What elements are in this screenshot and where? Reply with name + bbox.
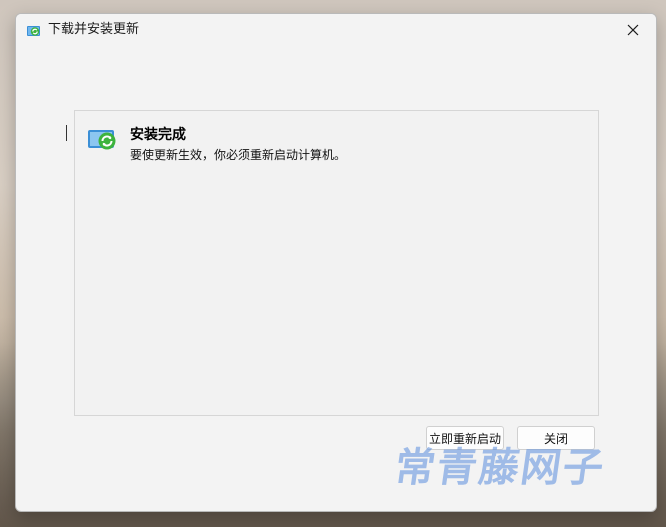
- windows-update-icon: [26, 23, 42, 37]
- watermark-text: 常青藤网子: [391, 445, 609, 491]
- update-complete-icon: [87, 128, 121, 152]
- status-heading: 安装完成: [130, 127, 186, 143]
- window-title: 下载并安装更新: [48, 22, 140, 37]
- text-caret: [66, 125, 67, 141]
- title-bar: 下载并安装更新: [16, 14, 656, 46]
- close-icon: [627, 24, 639, 36]
- status-message: 要使更新生效，你必须重新启动计算机。: [130, 148, 347, 162]
- status-panel: 安装完成 要使更新生效，你必须重新启动计算机。: [74, 110, 599, 416]
- close-window-button[interactable]: [610, 14, 656, 46]
